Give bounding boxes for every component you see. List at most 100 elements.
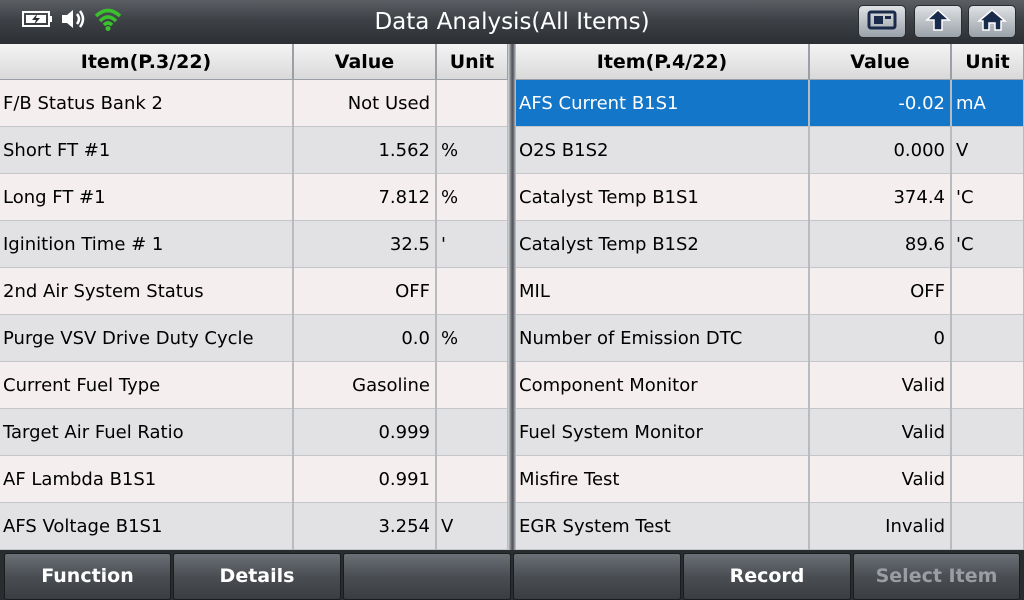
- item-value: Gasoline: [293, 361, 437, 409]
- bottom-toolbar: Function Details Record Select Item: [0, 550, 1024, 600]
- item-name: AFS Current B1S1: [516, 79, 810, 127]
- item-unit: %: [436, 314, 509, 362]
- item-unit: %: [436, 126, 509, 174]
- item-unit: [951, 314, 1024, 362]
- item-name: Long FT #1: [0, 173, 294, 221]
- item-value: Invalid: [809, 502, 952, 550]
- app-window: Data Analysis(All Items) Item(P.3/22) Va…: [0, 0, 1024, 600]
- item-unit: [951, 408, 1024, 456]
- table-row[interactable]: Iginition Time # 1 32.5 ': [0, 220, 509, 268]
- item-unit: %: [436, 173, 509, 221]
- column-header-value[interactable]: Value: [809, 44, 952, 80]
- left-data-table: Item(P.3/22) Value Unit F/B Status Bank …: [0, 44, 509, 550]
- item-unit: 'C: [951, 220, 1024, 268]
- table-row[interactable]: 2nd Air System Status OFF: [0, 267, 509, 315]
- table-header-row: Item(P.4/22) Value Unit: [516, 44, 1024, 80]
- item-unit: [436, 267, 509, 315]
- item-name: Purge VSV Drive Duty Cycle: [0, 314, 294, 362]
- item-value: OFF: [293, 267, 437, 315]
- table-row[interactable]: O2S B1S2 0.000 V: [516, 126, 1024, 174]
- record-button[interactable]: Record: [683, 553, 851, 600]
- up-arrow-icon: [923, 8, 953, 36]
- item-name: Iginition Time # 1: [0, 220, 294, 268]
- item-value: Valid: [809, 455, 952, 503]
- item-value: 1.562: [293, 126, 437, 174]
- item-name: Target Air Fuel Ratio: [0, 408, 294, 456]
- select-item-button[interactable]: Select Item: [853, 553, 1020, 600]
- table-row[interactable]: EGR System Test Invalid: [516, 502, 1024, 550]
- item-value: 3.254: [293, 502, 437, 550]
- column-header-unit[interactable]: Unit: [436, 44, 509, 80]
- item-name: Fuel System Monitor: [516, 408, 810, 456]
- right-data-table: Item(P.4/22) Value Unit AFS Current B1S1…: [516, 44, 1024, 550]
- item-name: EGR System Test: [516, 502, 810, 550]
- table-row[interactable]: AF Lambda B1S1 0.991: [0, 455, 509, 503]
- item-unit: [436, 361, 509, 409]
- item-name: Current Fuel Type: [0, 361, 294, 409]
- column-header-item[interactable]: Item(P.4/22): [516, 44, 810, 80]
- table-row[interactable]: Fuel System Monitor Valid: [516, 408, 1024, 456]
- details-button[interactable]: Details: [173, 553, 341, 600]
- item-unit: ': [436, 220, 509, 268]
- table-row[interactable]: Purge VSV Drive Duty Cycle 0.0%: [0, 314, 509, 362]
- item-name: O2S B1S2: [516, 126, 810, 174]
- table-row[interactable]: Component Monitor Valid: [516, 361, 1024, 409]
- left-data-table-panel: Item(P.3/22) Value Unit F/B Status Bank …: [0, 44, 509, 550]
- table-row[interactable]: Misfire Test Valid: [516, 455, 1024, 503]
- item-value: 0.999: [293, 408, 437, 456]
- item-value: 374.4: [809, 173, 952, 221]
- item-value: 89.6: [809, 220, 952, 268]
- item-unit: [951, 361, 1024, 409]
- panel-divider: [508, 44, 516, 550]
- item-value: 0: [809, 314, 952, 362]
- item-value: 0.000: [809, 126, 952, 174]
- item-name: F/B Status Bank 2: [0, 79, 294, 127]
- empty-button-1[interactable]: [343, 553, 511, 600]
- table-row[interactable]: Target Air Fuel Ratio 0.999: [0, 408, 509, 456]
- item-value: OFF: [809, 267, 952, 315]
- table-row[interactable]: MIL OFF: [516, 267, 1024, 315]
- column-header-item[interactable]: Item(P.3/22): [0, 44, 294, 80]
- item-name: Short FT #1: [0, 126, 294, 174]
- empty-button-2[interactable]: [513, 553, 681, 600]
- table-row[interactable]: Short FT #1 1.562%: [0, 126, 509, 174]
- window-switch-button[interactable]: [858, 5, 906, 38]
- column-header-value[interactable]: Value: [293, 44, 437, 80]
- item-unit: [436, 408, 509, 456]
- item-name: Misfire Test: [516, 455, 810, 503]
- right-data-table-panel: Item(P.4/22) Value Unit AFS Current B1S1…: [516, 44, 1024, 550]
- item-value: Valid: [809, 408, 952, 456]
- item-value: Not Used: [293, 79, 437, 127]
- table-row[interactable]: Number of Emission DTC 0: [516, 314, 1024, 362]
- item-value: -0.02: [809, 79, 952, 127]
- table-row[interactable]: Catalyst Temp B1S1 374.4 'C: [516, 173, 1024, 221]
- table-row[interactable]: Long FT #1 7.812%: [0, 173, 509, 221]
- item-name: 2nd Air System Status: [0, 267, 294, 315]
- item-unit: [951, 502, 1024, 550]
- home-button[interactable]: [968, 5, 1016, 38]
- column-header-unit[interactable]: Unit: [951, 44, 1024, 80]
- title-bar: Data Analysis(All Items): [0, 0, 1024, 45]
- item-unit: [436, 455, 509, 503]
- table-row[interactable]: Current Fuel Type Gasoline: [0, 361, 509, 409]
- item-value: 0.0: [293, 314, 437, 362]
- table-row[interactable]: F/B Status Bank 2 Not Used: [0, 79, 509, 127]
- item-unit: [951, 455, 1024, 503]
- item-unit: 'C: [951, 173, 1024, 221]
- item-name: AF Lambda B1S1: [0, 455, 294, 503]
- item-name: Component Monitor: [516, 361, 810, 409]
- table-row-selected[interactable]: AFS Current B1S1 -0.02 mA: [516, 79, 1024, 127]
- home-icon: [976, 8, 1008, 36]
- item-unit: V: [436, 502, 509, 550]
- item-unit: mA: [951, 79, 1024, 127]
- item-value: 32.5: [293, 220, 437, 268]
- table-row[interactable]: Catalyst Temp B1S2 89.6 'C: [516, 220, 1024, 268]
- function-button[interactable]: Function: [4, 553, 171, 600]
- table-header-row: Item(P.3/22) Value Unit: [0, 44, 509, 80]
- item-value: 7.812: [293, 173, 437, 221]
- item-name: Catalyst Temp B1S1: [516, 173, 810, 221]
- item-unit: [951, 267, 1024, 315]
- back-up-button[interactable]: [914, 5, 962, 38]
- item-name: MIL: [516, 267, 810, 315]
- table-row[interactable]: AFS Voltage B1S1 3.254 V: [0, 502, 509, 550]
